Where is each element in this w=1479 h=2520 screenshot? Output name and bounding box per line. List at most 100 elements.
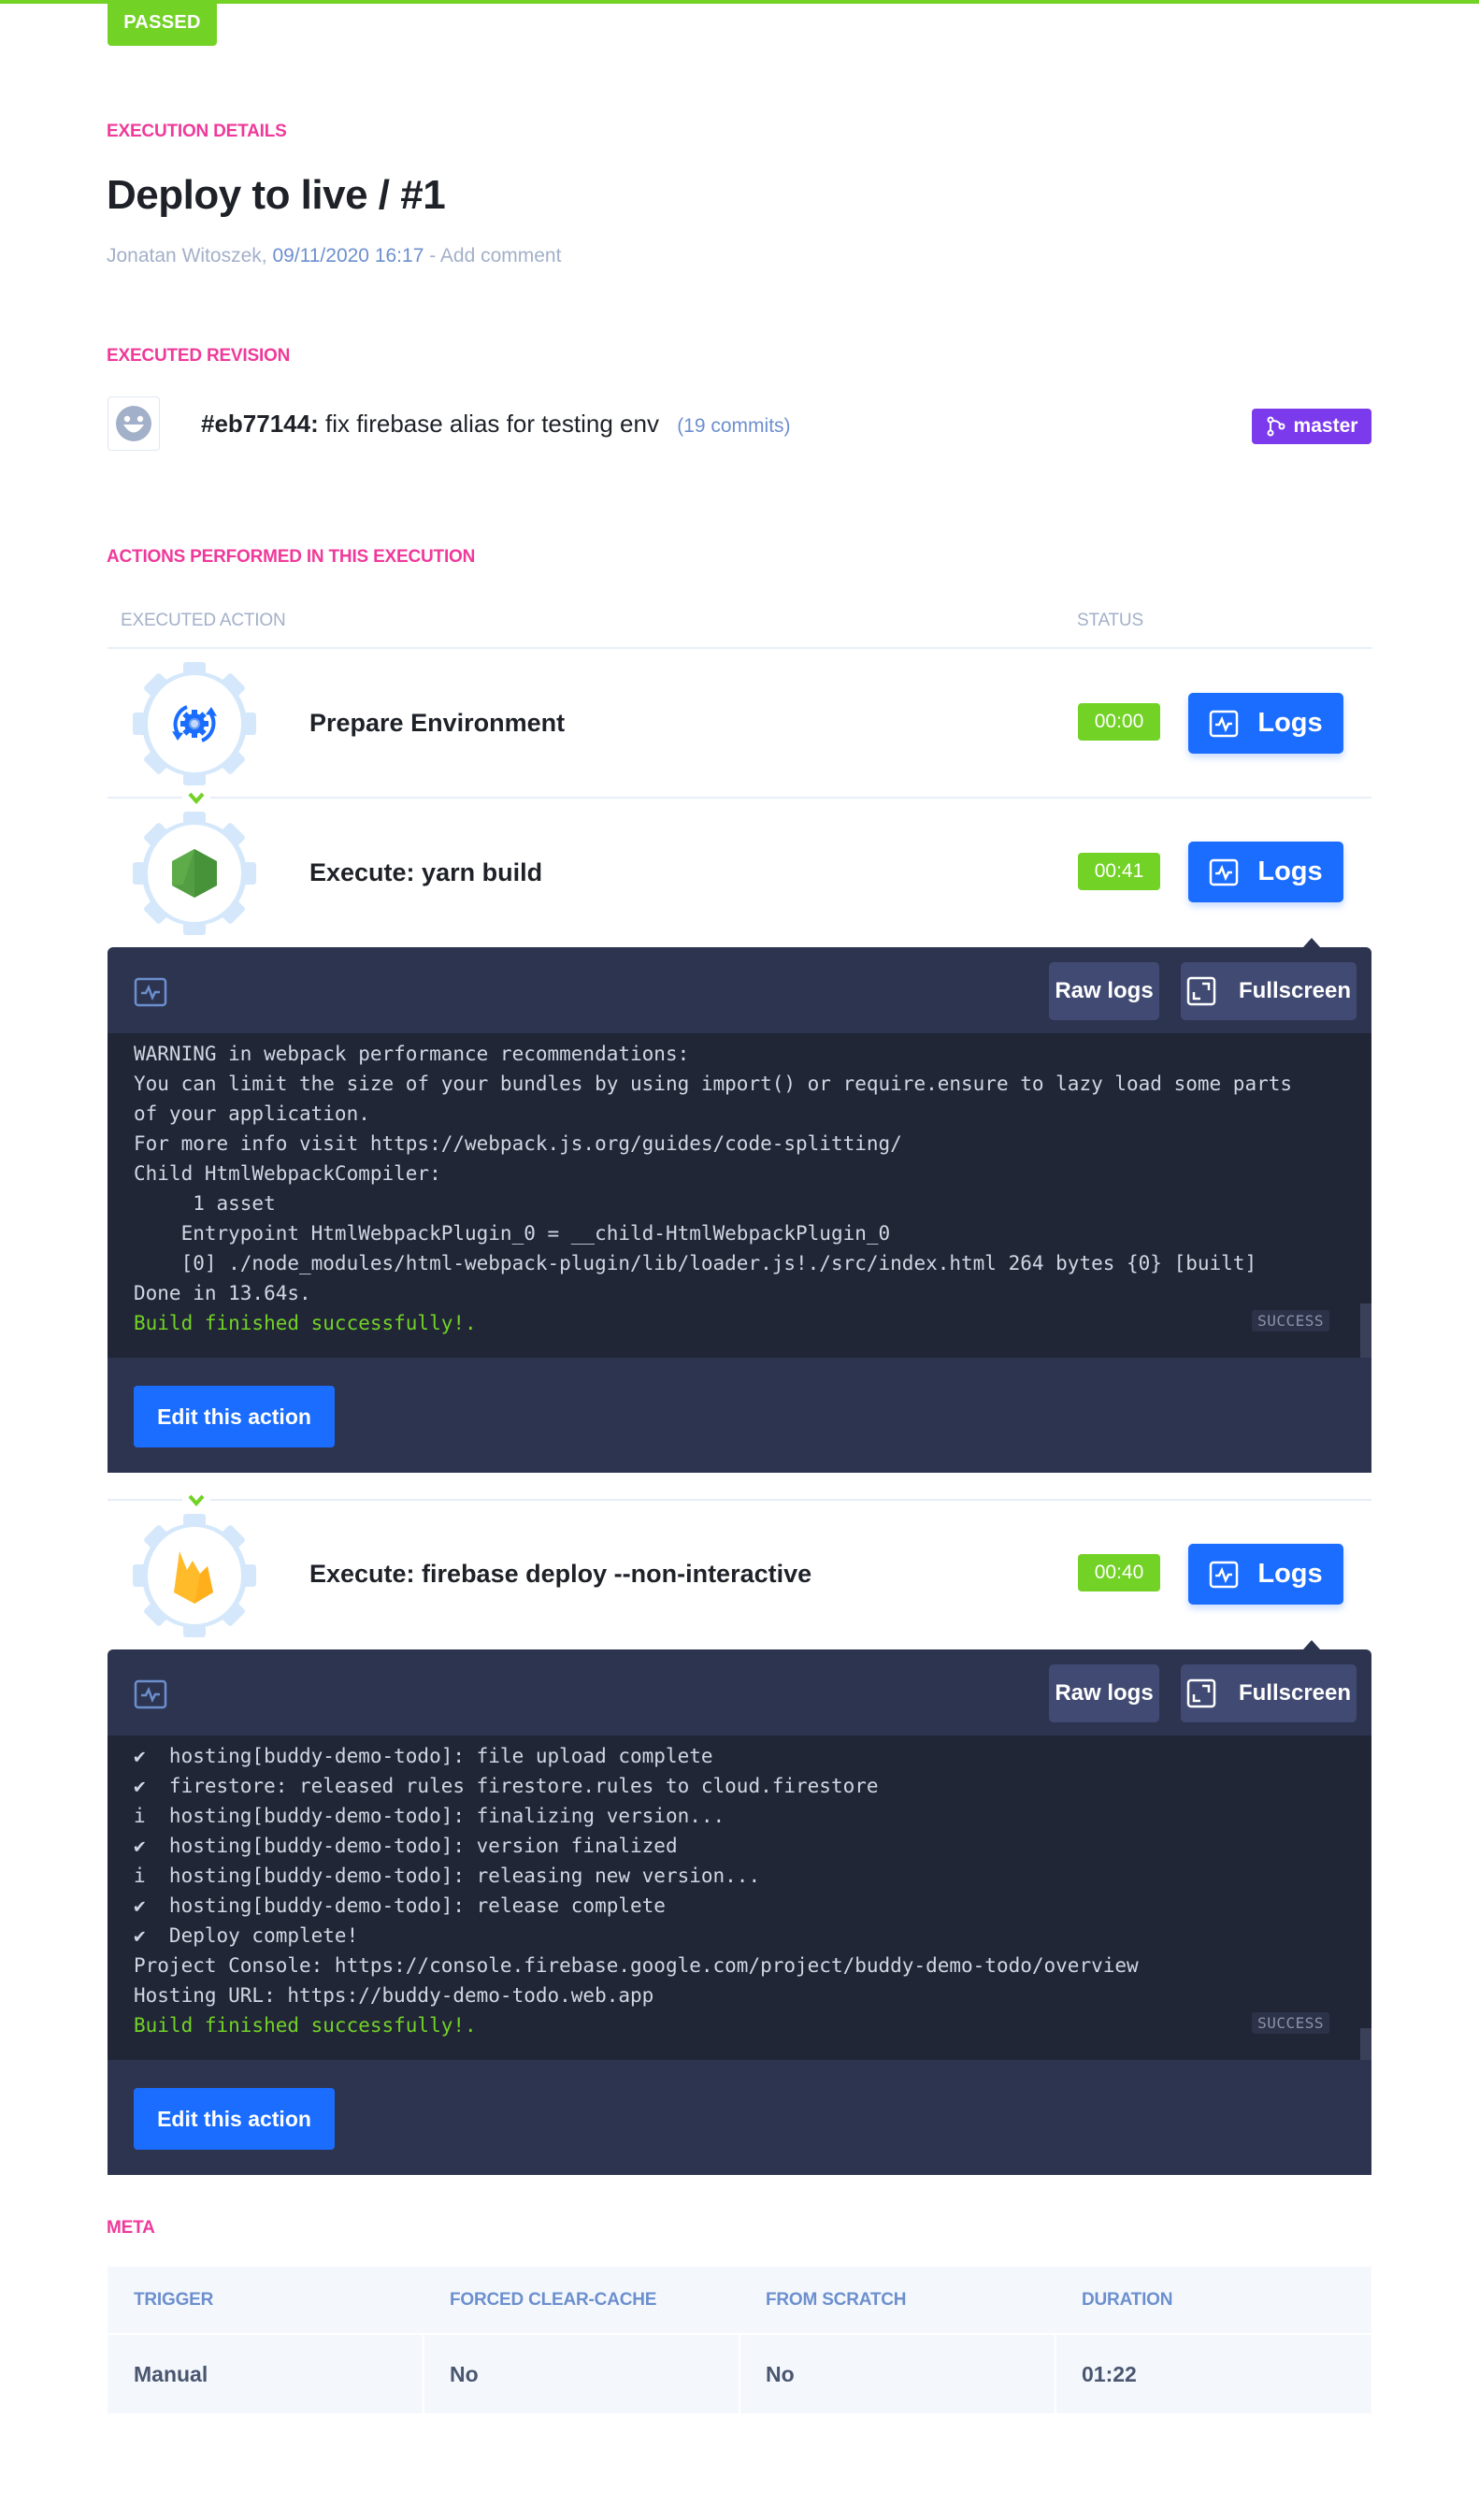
log-line: Done in 13.64s. [134,1282,311,1304]
duration-badge: 00:00 [1078,703,1160,741]
meta-value-from-scratch: No [766,2362,795,2386]
log-panel-header: Raw logs Fullscreen [108,947,1371,1033]
activity-monitor-icon [134,1679,167,1709]
log-line: For more info visit https://webpack.js.o… [134,1132,902,1155]
revision-hash[interactable]: #eb77144: [201,410,319,438]
log-line: [0] ./node_modules/html-webpack-plugin/l… [134,1252,1257,1274]
log-line: ✔ hosting[buddy-demo-todo]: version fina… [134,1835,678,1857]
page-title: Deploy to live / #1 [107,172,446,218]
activity-monitor-icon [1210,1561,1239,1588]
log-line: of your application. [134,1102,370,1125]
action-icon-frame [131,1512,258,1639]
activity-monitor-icon [134,977,167,1007]
raw-logs-label: Raw logs [1055,978,1154,1003]
log-line: Child HtmlWebpackCompiler: [134,1162,441,1185]
log-line: i hosting[buddy-demo-todo]: releasing ne… [134,1865,761,1887]
log-scrollbar[interactable] [1360,2028,1371,2060]
action-name[interactable]: Execute: firebase deploy --non-interacti… [309,1560,811,1589]
branch-name: master [1293,415,1358,437]
action-name[interactable]: Execute: yarn build [309,858,542,887]
col-executed-action: EXECUTED ACTION [121,611,286,630]
log-line: You can limit the size of your bundles b… [134,1073,1293,1095]
log-panel-caret [1303,1640,1320,1649]
revision-message: fix firebase alias for testing env [318,410,659,438]
log-line: ✔ hosting[buddy-demo-todo]: release comp… [134,1894,666,1917]
log-line-success: Build finished successfully!. [134,2014,477,2037]
status-bar [0,0,1479,4]
revision-info: #eb77144: fix firebase alias for testing… [201,410,791,439]
fullscreen-label: Fullscreen [1238,1680,1352,1706]
log-line: Hosting URL: https://buddy-demo-todo.web… [134,1984,654,2007]
log-line: Entrypoint HtmlWebpackPlugin_0 = __child… [134,1222,891,1245]
success-check-icon [182,1492,210,1509]
add-comment-link[interactable]: Add comment [440,245,562,266]
log-line: ✔ hosting[buddy-demo-todo]: file upload … [134,1745,713,1767]
meta-header-forced-clear-cache: FORCED CLEAR-CACHE [450,2290,657,2310]
log-status-tag: SUCCESS [1252,2012,1329,2034]
author-name[interactable]: Jonatan Witoszek, [107,245,267,266]
nodejs-icon [172,849,217,898]
log-status-tag: SUCCESS [1252,1310,1329,1332]
log-panel: Raw logs Fullscreen ✔ hosting[buddy-demo… [108,1649,1371,2175]
activity-monitor-icon [1210,710,1239,737]
logs-label: Logs [1257,708,1323,738]
log-output[interactable]: WARNING in webpack performance recommend… [108,1033,1371,1358]
log-panel-footer: Edit this action [108,1358,1371,1473]
status-badge: PASSED [108,0,217,46]
logs-button[interactable]: Logs [1188,1544,1343,1605]
execution-datetime: 09/11/2020 16:17 [272,245,424,266]
fullscreen-button[interactable]: Fullscreen [1181,1664,1357,1722]
meta-header-duration: DURATION [1082,2290,1173,2310]
row-divider [108,797,1371,799]
log-line: ✔ firestore: released rules firestore.ru… [134,1775,879,1797]
meta-header-trigger: TRIGGER [134,2290,214,2310]
table-header-divider [108,647,1371,649]
actions-section-label: ACTIONS PERFORMED IN THIS EXECUTION [107,547,476,567]
smiley-face-icon [116,406,151,441]
log-panel: Raw logs Fullscreen WARNING in webpack p… [108,947,1371,1473]
fullscreen-icon [1186,1678,1216,1708]
log-line: ✔ Deploy complete! [134,1924,359,1947]
logs-button[interactable]: Logs [1188,693,1343,754]
logs-button[interactable]: Logs [1188,842,1343,902]
avatar [108,396,160,451]
raw-logs-button[interactable]: Raw logs [1049,962,1159,1020]
meta-header-from-scratch: FROM SCRATCH [766,2290,907,2310]
raw-logs-label: Raw logs [1055,1680,1154,1706]
log-line-success: Build finished successfully!. [134,1312,477,1334]
log-panel-footer: Edit this action [108,2060,1371,2175]
fullscreen-icon [1186,976,1216,1006]
commits-link[interactable]: (19 commits) [677,415,790,437]
meta-separator: - [424,245,440,266]
edit-action-button[interactable]: Edit this action [134,2088,335,2150]
log-panel-header: Raw logs Fullscreen [108,1649,1371,1735]
execution-details-label: EXECUTION DETAILS [107,122,287,141]
log-output[interactable]: ✔ hosting[buddy-demo-todo]: file upload … [108,1735,1371,2060]
environment-gear-icon [172,705,217,742]
log-line: 1 asset [134,1192,276,1215]
meta-value-duration: 01:22 [1082,2362,1137,2386]
meta-value-trigger: Manual [134,2362,208,2386]
fullscreen-label: Fullscreen [1238,978,1352,1003]
executed-revision-label: EXECUTED REVISION [107,346,291,366]
meta-section-label: META [107,2218,155,2238]
meta-table: TRIGGER FORCED CLEAR-CACHE FROM SCRATCH … [108,2267,1371,2413]
meta-value-forced-clear-cache: No [450,2362,479,2386]
action-name[interactable]: Prepare Environment [309,709,565,738]
col-status: STATUS [1077,611,1143,630]
duration-badge: 00:41 [1078,853,1160,890]
row-divider [108,1499,1371,1501]
raw-logs-button[interactable]: Raw logs [1049,1664,1159,1722]
log-line: WARNING in webpack performance recommend… [134,1043,690,1065]
fullscreen-button[interactable]: Fullscreen [1181,962,1357,1020]
branch-badge[interactable]: master [1252,409,1371,444]
action-icon-frame [131,810,258,937]
log-scrollbar[interactable] [1360,1303,1371,1358]
activity-monitor-icon [1210,858,1239,886]
execution-meta-line: Jonatan Witoszek, 09/11/2020 16:17 - Add… [107,245,561,267]
log-line: i hosting[buddy-demo-todo]: finalizing v… [134,1805,725,1827]
success-check-icon [182,790,210,807]
edit-action-button[interactable]: Edit this action [134,1386,335,1447]
duration-badge: 00:40 [1078,1554,1160,1591]
firebase-icon [174,1551,213,1604]
